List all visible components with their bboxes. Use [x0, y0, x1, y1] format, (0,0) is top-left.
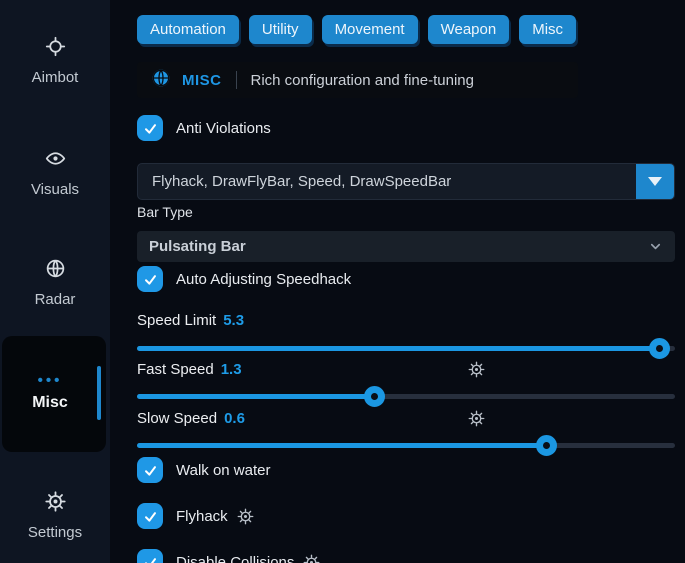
check-icon: [143, 121, 158, 136]
sidebar-item-label: Radar: [35, 291, 76, 308]
sidebar-item-label: Misc: [2, 394, 98, 412]
crosshair-icon: [45, 36, 66, 61]
slider-fill: [137, 394, 374, 399]
divider: [236, 71, 237, 89]
bar-type-label: Bar Type: [137, 204, 193, 220]
eye-icon: [45, 148, 66, 173]
globe-icon: [151, 68, 171, 93]
disable-collisions-label: Disable Collisions: [176, 554, 294, 563]
speed-limit-value: 5.3: [223, 312, 244, 329]
bars-multiselect-value: Flyhack, DrawFlyBar, Speed, DrawSpeedBar: [138, 173, 636, 190]
app-window: Aimbot Visuals Radar ••• Misc: [0, 0, 685, 563]
fast-speed-slider[interactable]: [137, 386, 675, 407]
sidebar-item-radar[interactable]: Radar: [0, 258, 110, 308]
globe-icon: [45, 258, 66, 283]
section-subtitle: Rich configuration and fine-tuning: [251, 72, 474, 89]
anti-violations-row: Anti Violations: [137, 115, 271, 141]
fast-speed-label-row: Fast Speed 1.3: [137, 361, 675, 378]
sidebar: Aimbot Visuals Radar ••• Misc: [0, 0, 110, 563]
sidebar-item-aimbot[interactable]: Aimbot: [0, 36, 110, 86]
tab-movement[interactable]: Movement: [322, 15, 418, 44]
speed-limit-slider[interactable]: [137, 338, 675, 359]
selected-accent-bar: [97, 366, 101, 420]
gear-icon[interactable]: [303, 554, 320, 563]
speed-limit-label: Speed Limit: [137, 312, 216, 329]
slow-speed-value: 0.6: [224, 410, 245, 427]
tab-misc[interactable]: Misc: [519, 15, 576, 44]
disable-collisions-checkbox[interactable]: [137, 549, 163, 563]
gear-icon[interactable]: [468, 361, 485, 378]
tab-bar: Automation Utility Movement Weapon Misc: [137, 15, 576, 44]
walk-on-water-checkbox[interactable]: [137, 457, 163, 483]
gear-icon[interactable]: [468, 410, 485, 427]
bars-multiselect-dropdown-button[interactable]: [636, 164, 674, 199]
sidebar-item-label: Aimbot: [32, 69, 79, 86]
fast-speed-label: Fast Speed: [137, 361, 214, 378]
walk-on-water-label: Walk on water: [176, 462, 270, 479]
slider-fill: [137, 443, 546, 448]
ellipsis-icon: •••: [2, 372, 98, 389]
slow-speed-label: Slow Speed: [137, 410, 217, 427]
sidebar-item-visuals[interactable]: Visuals: [0, 148, 110, 198]
tab-weapon[interactable]: Weapon: [428, 15, 510, 44]
bar-type-value: Pulsating Bar: [149, 238, 648, 255]
chevron-down-icon: [648, 239, 663, 254]
slow-speed-slider[interactable]: [137, 435, 675, 456]
tab-automation[interactable]: Automation: [137, 15, 239, 44]
section-header: MISC Rich configuration and fine-tuning: [137, 62, 578, 98]
fast-speed-value: 1.3: [221, 361, 242, 378]
sidebar-item-label: Visuals: [31, 181, 79, 198]
disable-collisions-row: Disable Collisions: [137, 549, 320, 563]
check-icon: [143, 272, 158, 287]
section-title: MISC: [182, 72, 222, 89]
bar-type-select[interactable]: Pulsating Bar: [137, 231, 675, 262]
gear-icon: [45, 491, 66, 516]
check-icon: [143, 463, 158, 478]
flyhack-checkbox[interactable]: [137, 503, 163, 529]
speed-limit-label-row: Speed Limit 5.3: [137, 312, 675, 329]
flyhack-row: Flyhack: [137, 503, 254, 529]
slider-fill: [137, 346, 659, 351]
slider-thumb[interactable]: [649, 338, 670, 359]
walk-on-water-row: Walk on water: [137, 457, 270, 483]
slow-speed-label-row: Slow Speed 0.6: [137, 410, 675, 427]
auto-adjusting-speedhack-label: Auto Adjusting Speedhack: [176, 271, 351, 288]
flyhack-label: Flyhack: [176, 508, 228, 525]
triangle-down-icon: [648, 177, 662, 186]
gear-icon[interactable]: [237, 508, 254, 525]
anti-violations-checkbox[interactable]: [137, 115, 163, 141]
auto-adjusting-speedhack-checkbox[interactable]: [137, 266, 163, 292]
anti-violations-label: Anti Violations: [176, 120, 271, 137]
sidebar-item-misc-selected[interactable]: ••• Misc: [2, 336, 106, 452]
check-icon: [143, 509, 158, 524]
check-icon: [143, 555, 158, 563]
slider-thumb[interactable]: [364, 386, 385, 407]
auto-adjusting-speedhack-row: Auto Adjusting Speedhack: [137, 266, 351, 292]
slider-thumb[interactable]: [536, 435, 557, 456]
tab-utility[interactable]: Utility: [249, 15, 312, 44]
sidebar-item-settings[interactable]: Settings: [0, 491, 110, 541]
bars-multiselect[interactable]: Flyhack, DrawFlyBar, Speed, DrawSpeedBar: [137, 163, 675, 200]
sidebar-item-label: Settings: [28, 524, 82, 541]
